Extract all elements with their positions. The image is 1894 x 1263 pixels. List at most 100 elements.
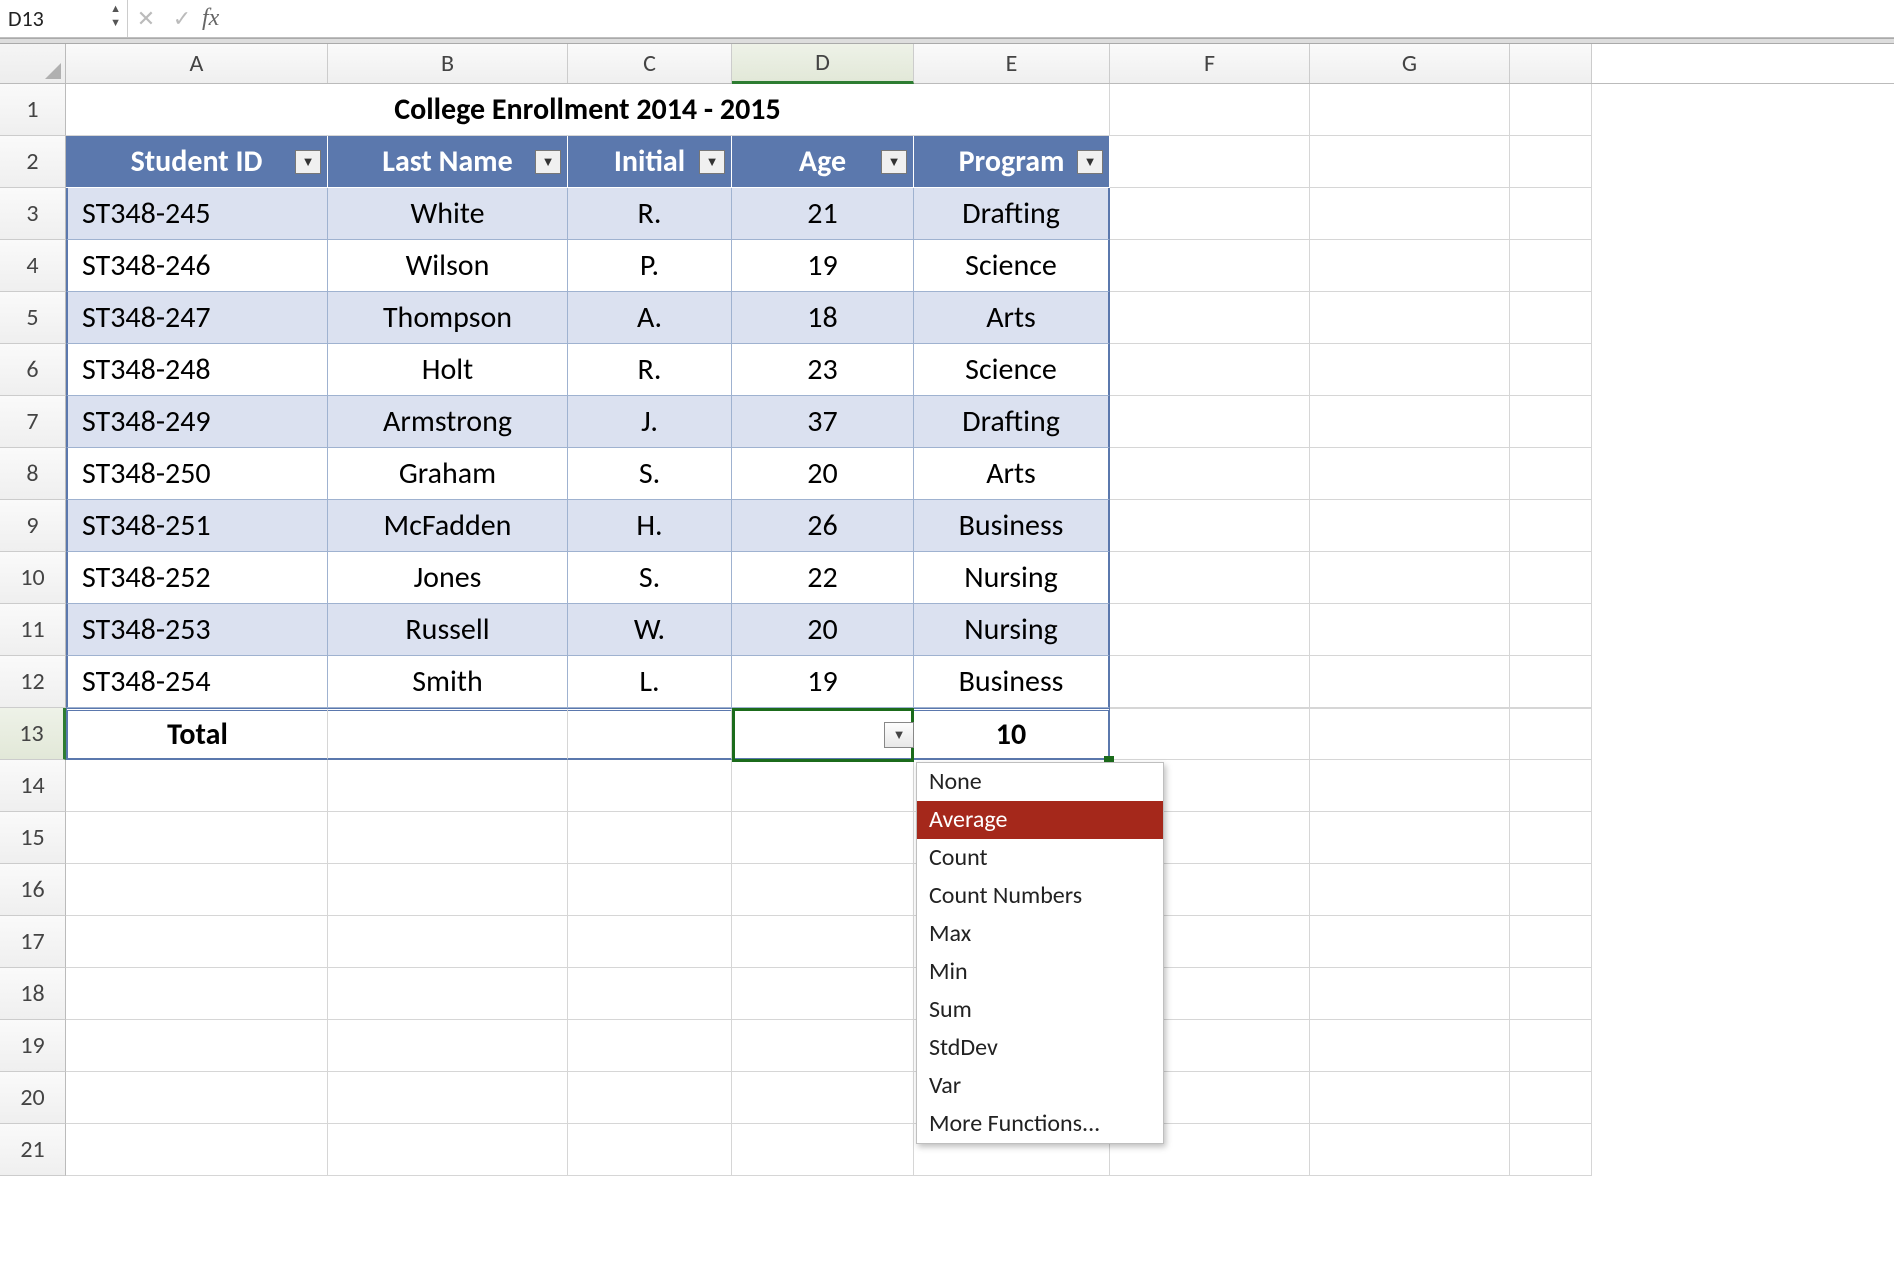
total-C[interactable] (568, 708, 732, 760)
cell-student-id[interactable]: ST348-248 (66, 344, 328, 396)
cell-G19[interactable] (1310, 1020, 1510, 1072)
fx-label[interactable]: fx (200, 5, 225, 32)
menu-item-more-functions-[interactable]: More Functions... (917, 1105, 1163, 1143)
cell-extra-2[interactable] (1510, 136, 1592, 188)
row-header-21[interactable]: 21 (0, 1124, 66, 1176)
cell-F5[interactable] (1110, 292, 1310, 344)
cell-C20[interactable] (568, 1072, 732, 1124)
row-header-13[interactable]: 13 (0, 708, 66, 760)
cell-F6[interactable] (1110, 344, 1310, 396)
spinner-up-icon[interactable]: ▲ (110, 2, 121, 16)
cell-initial[interactable]: S. (568, 552, 732, 604)
cell-G4[interactable] (1310, 240, 1510, 292)
cell-D20[interactable] (732, 1072, 914, 1124)
cell-extra-3[interactable] (1510, 188, 1592, 240)
cell-student-id[interactable]: ST348-252 (66, 552, 328, 604)
row-header-15[interactable]: 15 (0, 812, 66, 864)
cell-age[interactable]: 21 (732, 188, 914, 240)
cell-F4[interactable] (1110, 240, 1310, 292)
cell-G18[interactable] (1310, 968, 1510, 1020)
cell-age[interactable]: 37 (732, 396, 914, 448)
filter-button[interactable]: ▼ (881, 150, 907, 174)
cell-F13[interactable] (1110, 708, 1310, 760)
cell-extra-8[interactable] (1510, 448, 1592, 500)
cell-student-id[interactable]: ST348-245 (66, 188, 328, 240)
cell-G17[interactable] (1310, 916, 1510, 968)
cell-B14[interactable] (328, 760, 568, 812)
cell-G9[interactable] (1310, 500, 1510, 552)
cell-last-name[interactable]: Smith (328, 656, 568, 708)
cell-program[interactable]: Business (914, 500, 1110, 552)
th-program[interactable]: Program ▼ (914, 136, 1110, 188)
menu-item-min[interactable]: Min (917, 953, 1163, 991)
cell-C18[interactable] (568, 968, 732, 1020)
cell-A18[interactable] (66, 968, 328, 1020)
cell-initial[interactable]: R. (568, 344, 732, 396)
cell-student-id[interactable]: ST348-247 (66, 292, 328, 344)
total-value-cell[interactable]: 10 (914, 708, 1110, 760)
filter-button[interactable]: ▼ (295, 150, 321, 174)
row-header-14[interactable]: 14 (0, 760, 66, 812)
cell-G16[interactable] (1310, 864, 1510, 916)
cell-extra-4[interactable] (1510, 240, 1592, 292)
filter-button[interactable]: ▼ (699, 150, 725, 174)
row-header-1[interactable]: 1 (0, 84, 66, 136)
cell-A14[interactable] (66, 760, 328, 812)
formula-input[interactable] (225, 0, 1894, 37)
cell-C19[interactable] (568, 1020, 732, 1072)
title-cell[interactable]: College Enrollment 2014 - 2015 (66, 84, 1110, 136)
cell-last-name[interactable]: Russell (328, 604, 568, 656)
cell-age[interactable]: 20 (732, 604, 914, 656)
col-header-A[interactable]: A (66, 44, 328, 83)
cell-extra-17[interactable] (1510, 916, 1592, 968)
cell-student-id[interactable]: ST348-250 (66, 448, 328, 500)
cell-extra-6[interactable] (1510, 344, 1592, 396)
cell-A20[interactable] (66, 1072, 328, 1124)
cell-F8[interactable] (1110, 448, 1310, 500)
spinner-down-icon[interactable]: ▼ (110, 16, 121, 30)
cell-C15[interactable] (568, 812, 732, 864)
cell-A16[interactable] (66, 864, 328, 916)
total-B[interactable] (328, 708, 568, 760)
row-header-10[interactable]: 10 (0, 552, 66, 604)
cell-G11[interactable] (1310, 604, 1510, 656)
cell-B19[interactable] (328, 1020, 568, 1072)
cell-extra-20[interactable] (1510, 1072, 1592, 1124)
row-header-16[interactable]: 16 (0, 864, 66, 916)
menu-item-var[interactable]: Var (917, 1067, 1163, 1105)
filter-button[interactable]: ▼ (535, 150, 561, 174)
cell-G6[interactable] (1310, 344, 1510, 396)
cell-student-id[interactable]: ST348-251 (66, 500, 328, 552)
row-header-18[interactable]: 18 (0, 968, 66, 1020)
menu-item-stddev[interactable]: StdDev (917, 1029, 1163, 1067)
cell-extra-14[interactable] (1510, 760, 1592, 812)
cell-extra-7[interactable] (1510, 396, 1592, 448)
cell-last-name[interactable]: Holt (328, 344, 568, 396)
col-header-D[interactable]: D (732, 44, 914, 84)
cell-program[interactable]: Science (914, 344, 1110, 396)
col-header-E[interactable]: E (914, 44, 1110, 83)
cell-C14[interactable] (568, 760, 732, 812)
th-initial[interactable]: Initial ▼ (568, 136, 732, 188)
cell-extra-21[interactable] (1510, 1124, 1592, 1176)
menu-item-max[interactable]: Max (917, 915, 1163, 953)
cell-program[interactable]: Drafting (914, 188, 1110, 240)
cell-B21[interactable] (328, 1124, 568, 1176)
cell-G3[interactable] (1310, 188, 1510, 240)
cell-extra-11[interactable] (1510, 604, 1592, 656)
cell-F9[interactable] (1110, 500, 1310, 552)
menu-item-count[interactable]: Count (917, 839, 1163, 877)
menu-item-sum[interactable]: Sum (917, 991, 1163, 1029)
cell-G13[interactable] (1310, 708, 1510, 760)
cell-F12[interactable] (1110, 656, 1310, 708)
row-header-4[interactable]: 4 (0, 240, 66, 292)
cell-initial[interactable]: A. (568, 292, 732, 344)
cell-G21[interactable] (1310, 1124, 1510, 1176)
row-header-12[interactable]: 12 (0, 656, 66, 708)
cell-age[interactable]: 23 (732, 344, 914, 396)
cell-D15[interactable] (732, 812, 914, 864)
name-box[interactable]: D13 ▲ ▼ (0, 0, 128, 37)
cell-F2[interactable] (1110, 136, 1310, 188)
cell-age[interactable]: 22 (732, 552, 914, 604)
cell-A15[interactable] (66, 812, 328, 864)
